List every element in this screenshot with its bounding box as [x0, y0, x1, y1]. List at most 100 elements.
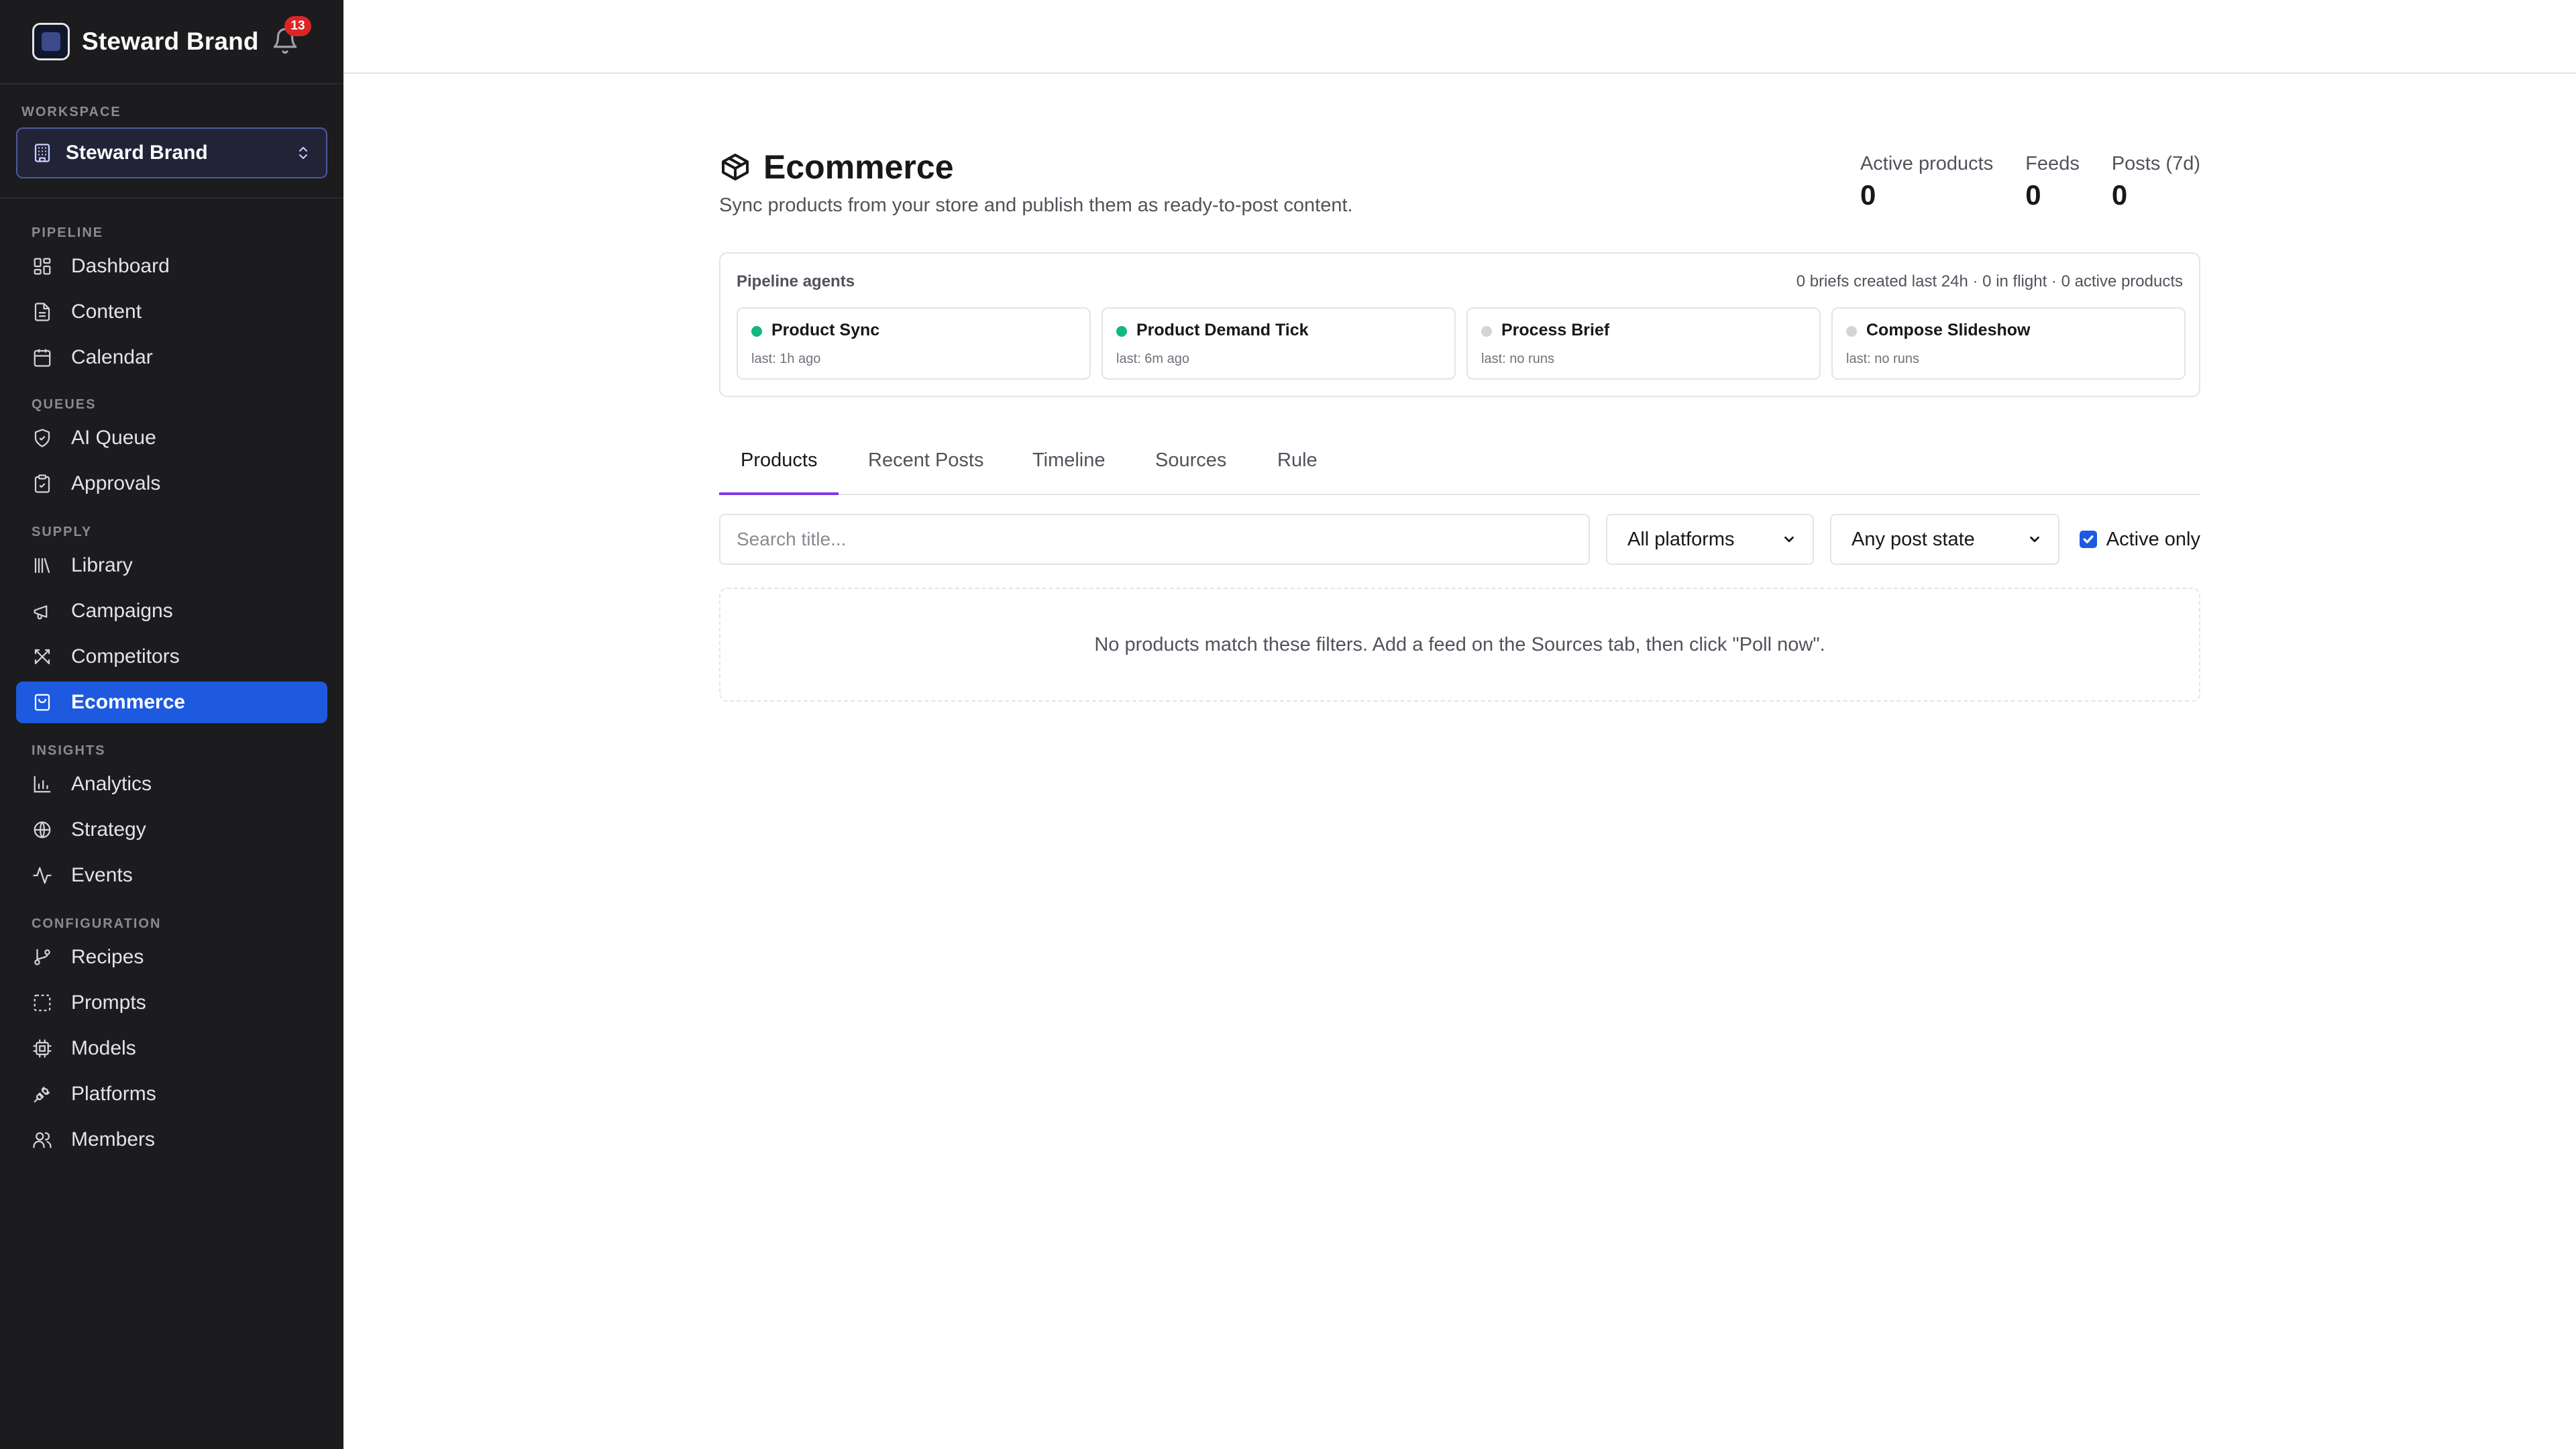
shopping-bag-icon [32, 692, 52, 712]
sidebar-item-members[interactable]: Members [16, 1119, 327, 1161]
pipeline-agents-panel: Pipeline agents 0 briefs created last 24… [719, 252, 2200, 397]
sidebar-item-library[interactable]: Library [16, 545, 327, 586]
tab-timeline[interactable]: Timeline [1032, 449, 1106, 495]
sidebar-item-approvals[interactable]: Approvals [16, 463, 327, 504]
package-icon [722, 154, 749, 180]
stat-active-products: Active products 0 [1860, 153, 1993, 211]
calendar-icon [32, 347, 52, 368]
sidebar-item-events[interactable]: Events [16, 855, 327, 896]
tab-recent-posts[interactable]: Recent Posts [868, 449, 983, 495]
tab-sources[interactable]: Sources [1155, 449, 1226, 495]
chevron-down-icon [2030, 536, 2039, 543]
active-only-label: Active only [2106, 528, 2200, 550]
section-label-supply: Supply [32, 525, 93, 539]
chevrons-up-down-icon [299, 147, 307, 159]
sidebar-item-content[interactable]: Content [16, 291, 327, 333]
search-input[interactable] [719, 514, 1590, 565]
status-dot [1846, 326, 1857, 337]
check-icon [2083, 535, 2094, 543]
sidebar-item-label: Ecommerce [71, 691, 186, 713]
plug-icon [32, 1084, 52, 1104]
bar-chart-icon [32, 774, 52, 794]
stats-group: Active products 0 Feeds 0 Posts (7d) 0 [1860, 153, 2200, 211]
post-state-select[interactable]: Any post state [1830, 514, 2059, 565]
dashboard-icon [32, 256, 52, 276]
clipboard-check-icon [32, 474, 52, 494]
sidebar-item-label: Recipes [71, 946, 144, 968]
sidebar-item-prompts[interactable]: Prompts [16, 982, 327, 1024]
agent-card-compose-slideshow[interactable]: Compose Slideshow last: no runs [1831, 307, 2186, 380]
sidebar-item-campaigns[interactable]: Campaigns [16, 590, 327, 632]
agent-name: Product Demand Tick [1136, 321, 1309, 339]
sidebar-item-label: Content [71, 301, 142, 323]
filter-bar: All platforms Any post state Active only [719, 514, 2200, 565]
sidebar-item-label: Events [71, 864, 133, 886]
sidebar: Steward Brand 13 Workspace Steward Brand… [0, 0, 343, 1449]
users-icon [32, 1130, 52, 1150]
sidebar-item-calendar[interactable]: Calendar [16, 337, 327, 378]
platform-select[interactable]: All platforms [1606, 514, 1814, 565]
library-icon [32, 555, 52, 576]
stat-feeds: Feeds 0 [2025, 153, 2080, 211]
pipeline-agents-title: Pipeline agents [737, 272, 855, 290]
building-icon [34, 144, 50, 162]
section-label-pipeline: Pipeline [32, 225, 104, 240]
notification-count-badge: 13 [284, 16, 311, 36]
sidebar-item-label: AI Queue [71, 427, 156, 449]
file-text-icon [32, 302, 52, 322]
agent-card-product-sync[interactable]: Product Sync last: 1h ago [737, 307, 1091, 380]
active-only-toggle[interactable]: Active only [2079, 514, 2200, 565]
brand-logo-icon [32, 23, 70, 60]
section-label-configuration: Configuration [32, 916, 162, 931]
sidebar-item-label: Members [71, 1128, 156, 1150]
sidebar-item-platforms[interactable]: Platforms [16, 1073, 327, 1115]
agent-last-run: last: 6m ago [1116, 352, 1189, 366]
tab-bar: Products Recent Posts Timeline Sources R… [719, 436, 2200, 495]
sidebar-item-ecommerce[interactable]: Ecommerce [16, 682, 327, 723]
tab-rule[interactable]: Rule [1277, 449, 1318, 495]
git-branch-icon [32, 947, 52, 967]
workspace-name: Steward Brand [66, 142, 208, 164]
sidebar-item-label: Dashboard [71, 255, 170, 277]
page-subtitle: Sync products from your store and publis… [719, 195, 1353, 216]
pipeline-agents-summary: 0 briefs created last 24h · 0 in flight … [1796, 272, 2183, 290]
agent-last-run: last: no runs [1846, 352, 1919, 366]
agent-name: Compose Slideshow [1866, 321, 2031, 339]
sidebar-item-recipes[interactable]: Recipes [16, 936, 327, 978]
agent-card-process-brief[interactable]: Process Brief last: no runs [1466, 307, 1821, 380]
sidebar-item-models[interactable]: Models [16, 1028, 327, 1069]
shield-check-icon [32, 428, 52, 448]
sidebar-item-label: Campaigns [71, 600, 173, 622]
sidebar-item-analytics[interactable]: Analytics [16, 763, 327, 805]
megaphone-icon [32, 601, 52, 621]
sidebar-item-competitors[interactable]: Competitors [16, 636, 327, 678]
page-header: Ecommerce [719, 148, 954, 186]
agent-name: Process Brief [1501, 321, 1610, 339]
active-only-checkbox[interactable] [2079, 531, 2097, 548]
workspace-switcher[interactable]: Steward Brand [16, 127, 327, 178]
stat-label: Feeds [2025, 153, 2080, 174]
chevron-down-icon [1784, 536, 1794, 543]
sidebar-item-strategy[interactable]: Strategy [16, 809, 327, 851]
agent-last-run: last: no runs [1481, 352, 1554, 366]
sidebar-item-label: Competitors [71, 645, 180, 667]
sidebar-item-dashboard[interactable]: Dashboard [16, 246, 327, 287]
sidebar-item-label: Strategy [71, 818, 146, 841]
sidebar-item-ai-queue[interactable]: AI Queue [16, 417, 327, 459]
agent-card-product-demand-tick[interactable]: Product Demand Tick last: 6m ago [1102, 307, 1456, 380]
section-label-queues: Queues [32, 397, 97, 412]
sidebar-divider [0, 197, 343, 199]
tab-products[interactable]: Products [719, 449, 839, 495]
sidebar-item-label: Prompts [71, 991, 146, 1014]
sidebar-item-label: Calendar [71, 346, 153, 368]
sidebar-item-label: Approvals [71, 472, 161, 494]
swords-icon [32, 647, 52, 667]
status-dot [1116, 326, 1127, 337]
stat-value: 0 [2025, 179, 2041, 211]
workspace-label: Workspace [21, 105, 121, 119]
section-label-insights: Insights [32, 743, 106, 758]
empty-state-message: No products match these filters. Add a f… [719, 588, 2200, 702]
agent-last-run: last: 1h ago [751, 352, 821, 366]
page-title: Ecommerce [763, 148, 954, 186]
top-bar [343, 0, 2576, 74]
